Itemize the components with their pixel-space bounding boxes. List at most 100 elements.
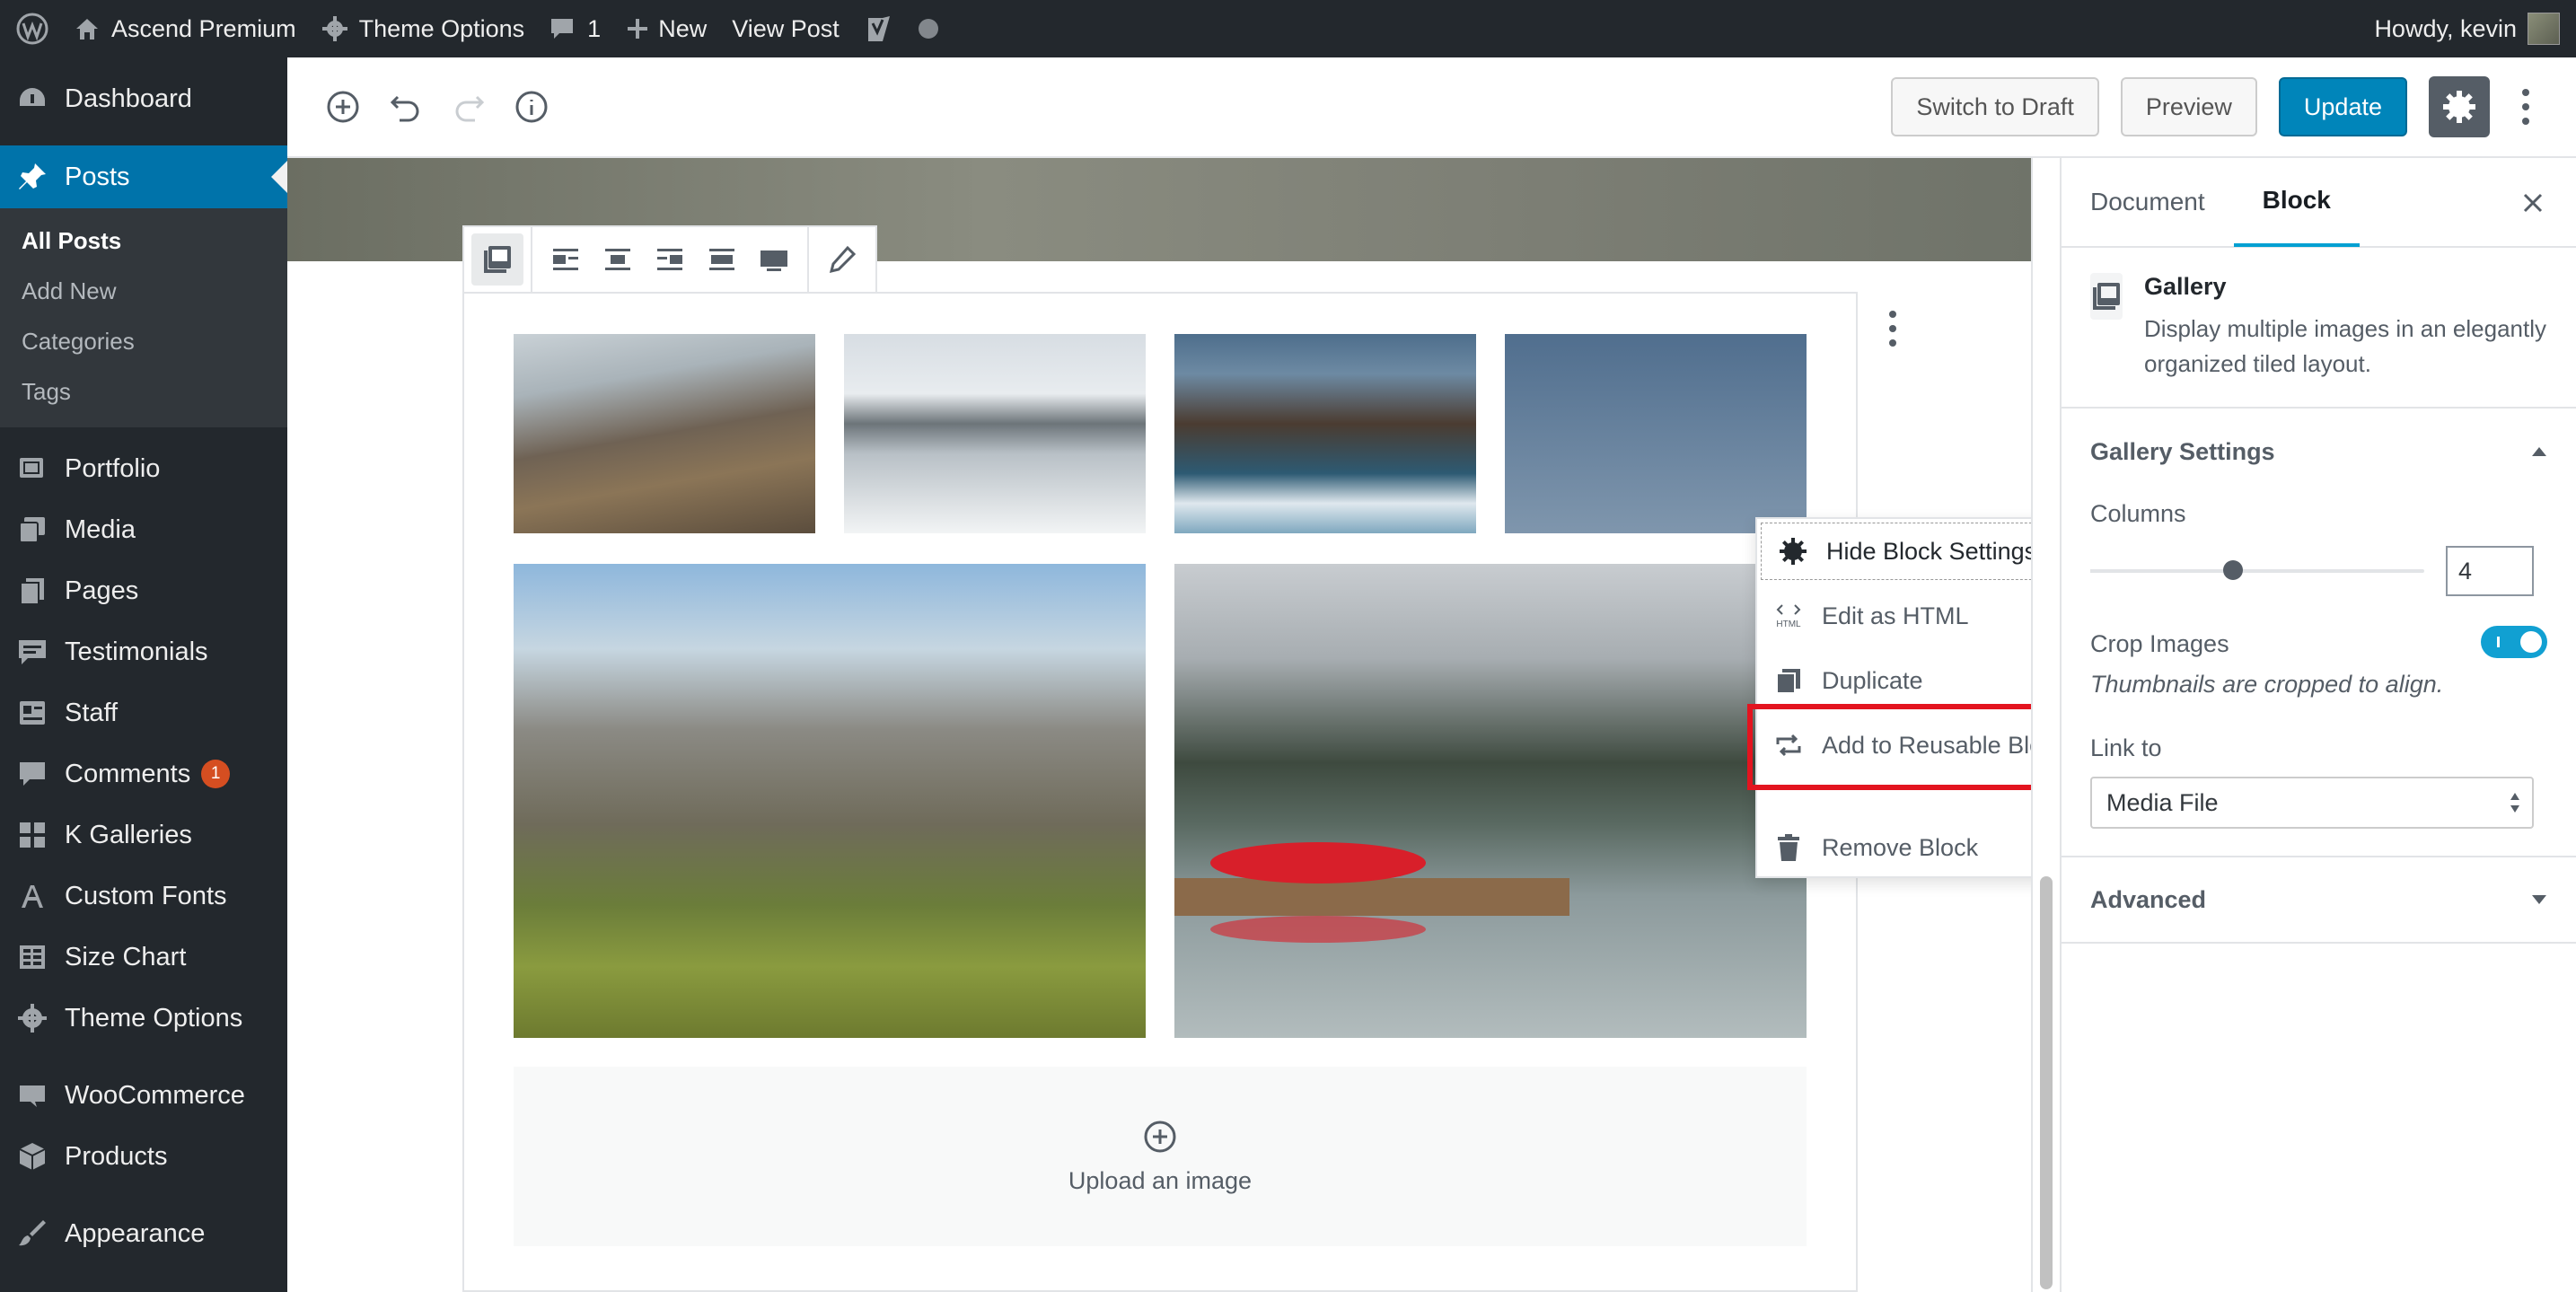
gallery-image-rocky-coast[interactable] — [1174, 334, 1476, 533]
gallery-image-mountain-valley[interactable] — [514, 564, 1146, 1038]
add-block-icon[interactable] — [318, 82, 368, 132]
products-icon — [16, 1140, 48, 1173]
preview-button[interactable]: Preview — [2120, 77, 2257, 136]
range-thumb[interactable] — [2223, 560, 2244, 580]
settings-toggle-button[interactable] — [2429, 76, 2490, 137]
link-to-label: Link to — [2090, 734, 2162, 761]
upload-image-dropzone[interactable]: Upload an image — [514, 1067, 1807, 1246]
sidebar-item-posts[interactable]: Posts — [0, 145, 287, 208]
kayak-shape — [1210, 842, 1426, 883]
testimonials-icon — [16, 636, 48, 668]
columns-range-slider[interactable] — [2090, 560, 2424, 580]
gallery-image-lake-kayak[interactable] — [1174, 564, 1807, 1038]
link-to-select[interactable]: Media File — [2090, 777, 2534, 829]
sidebar-subitem-all-posts[interactable]: All Posts — [0, 215, 287, 266]
block-more-options-icon[interactable] — [1875, 302, 1911, 356]
block-card: Gallery Display multiple images in an el… — [2062, 248, 2576, 409]
redo-icon[interactable] — [444, 82, 494, 132]
seo-status-dot-icon — [906, 0, 951, 57]
duplicate-icon — [1773, 665, 1804, 696]
menu-item-label: Remove Block — [1822, 833, 1979, 861]
galleries-icon — [16, 819, 48, 851]
more-options-icon[interactable] — [2508, 76, 2544, 137]
duplicate-item[interactable]: Duplicate — [1757, 652, 2031, 709]
sidebar-item-portfolio[interactable]: Portfolio — [0, 438, 287, 499]
editor-header: Switch to Draft Preview Update — [287, 57, 2576, 158]
sidebar-item-custom-fonts[interactable]: Custom Fonts — [0, 866, 287, 927]
sidebar-item-theme-options[interactable]: Theme Options — [0, 988, 287, 1049]
sidebar-subitem-add-new[interactable]: Add New — [0, 266, 287, 316]
plus-icon — [626, 17, 649, 40]
sidebar-item-label: Posts — [65, 162, 130, 191]
columns-number-input[interactable]: 4 — [2446, 546, 2534, 596]
sidebar-item-size-chart[interactable]: Size Chart — [0, 927, 287, 988]
canvas-scrollbar[interactable] — [2031, 158, 2060, 1292]
sidebar-item-label: K Galleries — [65, 820, 192, 849]
sidebar-item-testimonials[interactable]: Testimonials — [0, 621, 287, 682]
trash-icon — [1773, 832, 1804, 863]
pages-icon — [16, 575, 48, 607]
advanced-panel-toggle[interactable]: Advanced — [2062, 857, 2576, 944]
tab-document[interactable]: Document — [2062, 157, 2234, 247]
gallery-image-snowy-peaks[interactable] — [844, 334, 1146, 533]
align-center-icon[interactable] — [592, 233, 644, 286]
site-name-link[interactable]: Ascend Premium — [61, 0, 309, 57]
gallery-block-icon[interactable] — [471, 233, 523, 286]
pushpin-icon — [16, 161, 48, 193]
align-full-icon[interactable] — [748, 233, 800, 286]
admin-sidebar: Dashboard Posts All Posts Add New Catego… — [0, 57, 287, 1292]
sidebar-item-label: Appearance — [65, 1218, 206, 1248]
align-left-icon[interactable] — [540, 233, 592, 286]
sidebar-item-staff[interactable]: Staff — [0, 682, 287, 743]
yoast-seo-icon[interactable] — [852, 0, 906, 57]
portfolio-icon — [16, 453, 48, 485]
site-name-label: Ascend Premium — [111, 14, 296, 42]
view-post-link[interactable]: View Post — [719, 0, 852, 57]
avatar[interactable] — [2528, 13, 2560, 45]
wordpress-logo-icon[interactable] — [0, 0, 61, 57]
theme-options-link[interactable]: Theme Options — [309, 0, 538, 57]
sidebar-item-appearance[interactable]: Appearance — [0, 1203, 287, 1264]
gallery-image-sky[interactable] — [1505, 334, 1807, 533]
crop-images-toggle[interactable] — [2481, 625, 2547, 658]
close-icon[interactable] — [2515, 185, 2551, 221]
align-right-icon[interactable] — [644, 233, 696, 286]
inspector-tabs: Document Block — [2062, 158, 2576, 248]
gallery-image-mountain-clouds[interactable] — [514, 334, 815, 533]
switch-to-draft-button[interactable]: Switch to Draft — [1891, 77, 2099, 136]
comments-link[interactable]: 1 — [537, 0, 613, 57]
update-button[interactable]: Update — [2278, 77, 2407, 136]
block-inspector: Document Block Gallery Display multiple … — [2060, 158, 2576, 1292]
sidebar-item-comments[interactable]: Comments 1 — [0, 743, 287, 804]
edit-pencil-icon[interactable] — [816, 233, 868, 286]
align-wide-icon[interactable] — [696, 233, 748, 286]
sidebar-item-k-galleries[interactable]: K Galleries — [0, 804, 287, 866]
sidebar-item-woocommerce[interactable]: WooCommerce — [0, 1065, 287, 1126]
user-greeting[interactable]: Howdy, kevin — [2374, 15, 2517, 43]
edit-as-html-item[interactable]: HTML Edit as HTML — [1757, 587, 2031, 645]
info-icon[interactable] — [506, 82, 557, 132]
scrollbar-thumb[interactable] — [2040, 876, 2053, 1289]
sidebar-subitem-tags[interactable]: Tags — [0, 366, 287, 417]
tab-block[interactable]: Block — [2233, 157, 2360, 247]
undo-icon[interactable] — [381, 82, 431, 132]
new-content-link[interactable]: New — [613, 0, 719, 57]
block-settings-menu: Hide Block Settings HTML Edit as HTML Du… — [1755, 517, 2031, 878]
sidebar-item-products[interactable]: Products — [0, 1126, 287, 1187]
chevron-up-icon — [2531, 445, 2547, 458]
gallery-settings-toggle[interactable]: Gallery Settings — [2090, 409, 2547, 495]
html-icon: HTML — [1773, 601, 1804, 631]
svg-text:HTML: HTML — [1776, 620, 1801, 629]
sidebar-item-dashboard[interactable]: Dashboard — [0, 68, 287, 129]
sidebar-item-media[interactable]: Media — [0, 499, 287, 560]
remove-block-item[interactable]: Remove Block — [1757, 819, 2031, 876]
dock-shape — [1174, 878, 1569, 916]
comment-icon — [549, 16, 575, 41]
admin-bar: Ascend Premium Theme Options 1 New View … — [0, 0, 2576, 57]
sidebar-subitem-categories[interactable]: Categories — [0, 316, 287, 366]
gear-icon — [16, 1002, 48, 1034]
chevron-down-icon — [2531, 893, 2547, 906]
sidebar-item-pages[interactable]: Pages — [0, 560, 287, 621]
columns-label: Columns — [2090, 500, 2186, 527]
hide-block-settings-item[interactable]: Hide Block Settings — [1761, 523, 2031, 580]
